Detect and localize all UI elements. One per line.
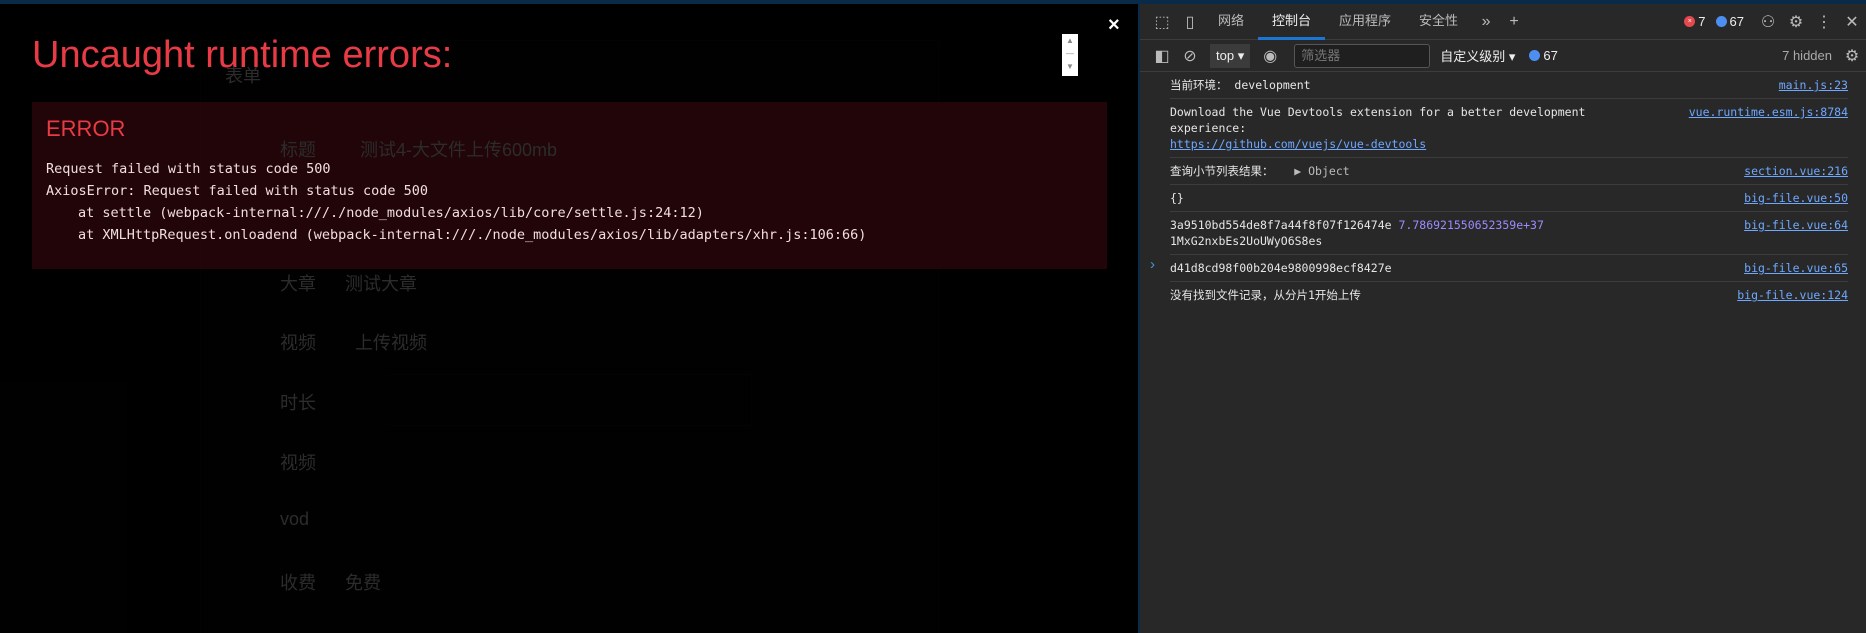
field-label: 收费 [280,573,316,593]
error-count-badge[interactable]: × 7 [1684,14,1706,29]
devtools-link[interactable]: https://github.com/vuejs/vue-devtools [1170,137,1426,151]
field-label: vod [280,509,310,529]
console-toolbar: ◧ ⊘ top ▾ ◉ 自定义级别 ▾ 67 7 hidden ⚙ [1140,40,1866,72]
console-message: 查询小节列表结果： ▶ Object section.vue:216 [1170,158,1848,185]
sidebar-toggle-icon[interactable]: ◧ [1148,46,1176,66]
message-text: {} [1170,191,1184,205]
message-count: 67 [1729,14,1744,29]
object-expander[interactable]: ▶ Object [1294,164,1349,178]
field-label: 视频 [280,453,316,473]
scrollbar[interactable]: ▲ — ▼ [1062,34,1078,76]
context-value: top [1216,47,1235,63]
form-title: 表单 [225,66,261,86]
tab-network[interactable]: 网络 [1204,4,1258,40]
message-count: 67 [1543,48,1558,63]
live-expression-icon[interactable]: ◉ [1256,46,1284,66]
source-link[interactable]: big-file.vue:64 [1744,217,1848,249]
console-message: 没有找到文件记录，从分片1开始上传 big-file.vue:124 [1170,282,1848,308]
inspect-icon[interactable]: ⬚ [1148,12,1176,32]
source-link[interactable]: big-file.vue:50 [1744,190,1848,206]
error-count: 7 [1698,14,1706,29]
gear-icon[interactable]: ⚙ [1782,12,1810,32]
source-link[interactable]: big-file.vue:124 [1737,287,1848,303]
source-link[interactable]: main.js:23 [1779,77,1848,93]
console-message: 当前环境： development main.js:23 [1170,72,1848,99]
field-value: 测试4-大文件上传600mb [360,140,558,160]
tab-security[interactable]: 安全性 [1405,4,1472,40]
console-messages: 当前环境： development main.js:23 Download the… [1140,72,1866,308]
message-count-badge[interactable]: 67 [1715,14,1744,29]
close-button[interactable]: × [1108,14,1120,37]
log-level-select[interactable]: 自定义级别 ▾ [1440,46,1515,65]
more-tabs-icon[interactable]: » [1472,13,1500,31]
close-icon[interactable]: ✕ [1838,12,1866,32]
arrow-up-icon[interactable]: ▲ [1066,36,1074,45]
field-label: 时长 [280,393,316,413]
console-message: Download the Vue Devtools extension for … [1170,99,1848,158]
message-number: 7.786921550652359e+37 [1398,218,1544,232]
device-toggle-icon[interactable]: ▯ [1176,12,1204,32]
field-value: 测试大章 [345,274,417,294]
add-tab-icon[interactable]: + [1500,13,1528,31]
feedback-icon[interactable]: ⚇ [1754,12,1782,32]
field-value: 免费 [345,573,381,593]
devtools-panel: ⬚ ▯ 网络 控制台 应用程序 安全性 » + × 7 67 ⚇ ⚙ ⋮ ✕ ◧ … [1140,4,1866,633]
error-icon: × [1684,16,1696,27]
message-text: Download the Vue Devtools extension for … [1170,105,1586,135]
tab-console[interactable]: 控制台 [1258,4,1326,40]
hidden-count: 7 hidden [1782,48,1832,63]
field-label: 视频 [280,333,316,353]
console-message: d41d8cd98f00b204e9800998ecf8427e big-file… [1170,255,1848,282]
arrow-down-icon[interactable]: ▼ [1066,62,1074,71]
console-message: {} big-file.vue:50 [1170,185,1848,212]
log-level-value: 自定义级别 [1440,49,1506,64]
tab-application[interactable]: 应用程序 [1325,4,1405,40]
source-link[interactable]: vue.runtime.esm.js:8784 [1689,104,1848,152]
context-select[interactable]: top ▾ [1210,43,1251,68]
background-app-text: 表单 标题 测试4-大文件上传600mb 大章 测试大章 视频 上传视频 时长 … [0,4,1138,633]
message-text: 没有找到文件记录，从分片1开始上传 [1170,288,1361,302]
message-text: 当前环境： development [1170,78,1311,92]
message-icon [1715,16,1727,27]
devtools-tabbar: ⬚ ▯ 网络 控制台 应用程序 安全性 » + × 7 67 ⚇ ⚙ ⋮ ✕ [1140,4,1866,40]
console-message-badge[interactable]: 67 [1529,48,1558,63]
source-link[interactable]: big-file.vue:65 [1744,260,1848,276]
message-text: 1MxG2nxbEs2UoUWyO6S8es [1170,234,1323,248]
more-options-icon[interactable]: ⋮ [1810,12,1838,32]
message-text: d41d8cd98f00b204e9800998ecf8427e [1170,261,1392,275]
message-icon [1529,50,1541,61]
source-link[interactable]: section.vue:216 [1744,163,1848,179]
clear-console-icon[interactable]: ⊘ [1176,46,1204,66]
console-prompt[interactable]: › [1150,256,1155,273]
console-settings-icon[interactable]: ⚙ [1838,46,1866,66]
field-label: 大章 [280,274,316,294]
field-label: 标题 [280,140,316,160]
message-text: 查询小节列表结果： [1170,164,1274,178]
filter-input[interactable] [1294,43,1431,68]
console-message: 3a9510bd554de8f7a44f8f07f126474e 7.78692… [1170,212,1848,255]
message-text: 3a9510bd554de8f7a44f8f07f126474e [1170,218,1392,232]
upload-button[interactable]: 上传视频 [355,329,427,355]
